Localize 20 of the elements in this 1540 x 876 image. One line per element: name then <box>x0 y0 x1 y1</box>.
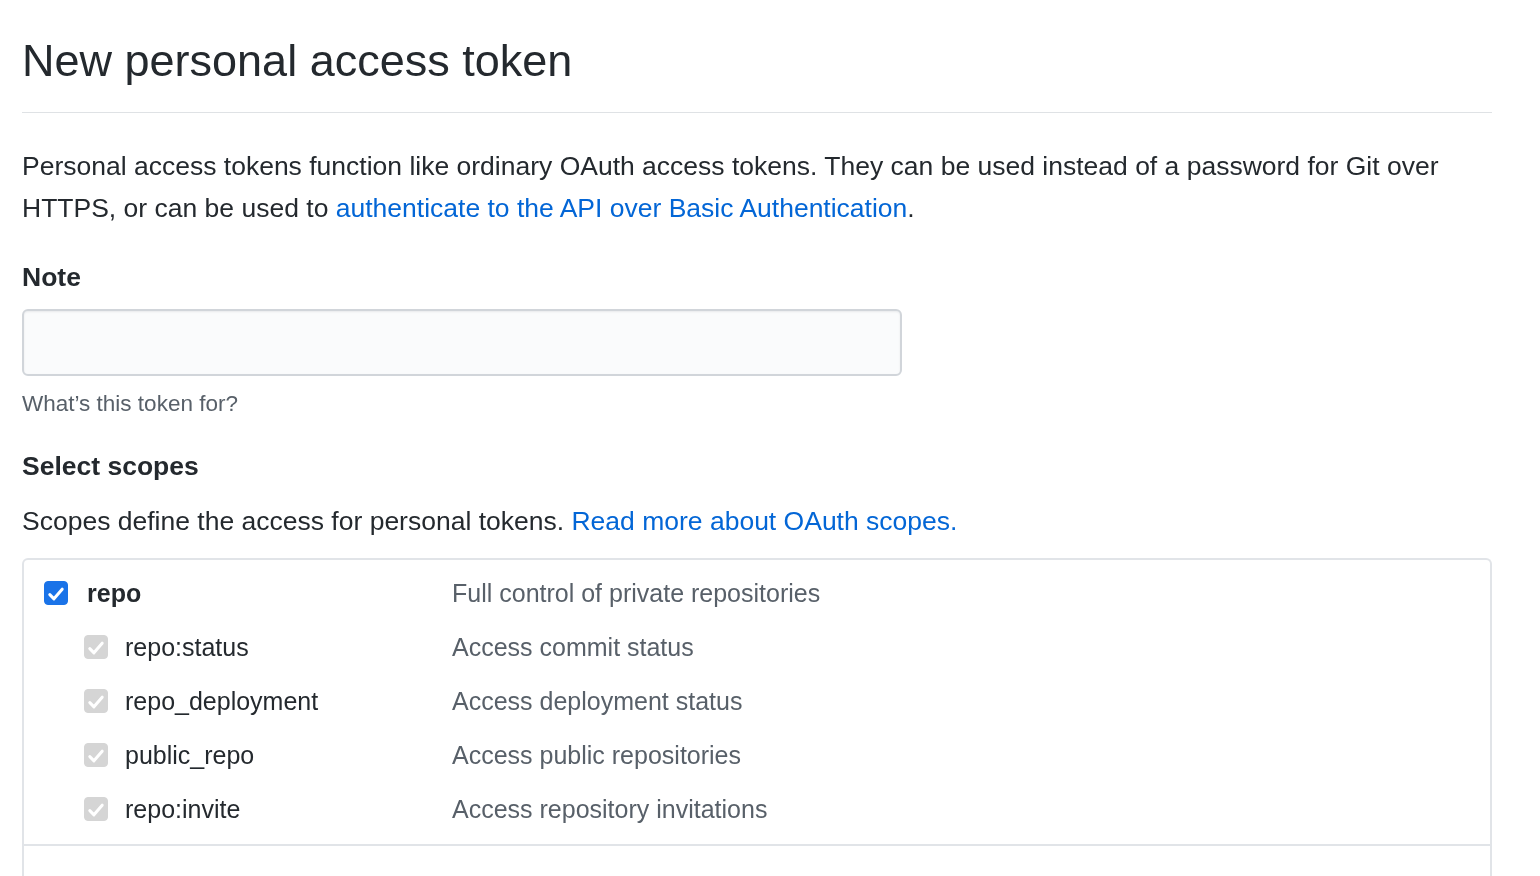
scope-name: repo:invite <box>125 794 241 824</box>
note-label: Note <box>22 261 82 294</box>
scope-description: Access commit status <box>452 632 694 662</box>
checkbox[interactable] <box>44 581 68 605</box>
scopes-heading: Select scopes <box>22 450 200 483</box>
note-input[interactable] <box>22 309 902 376</box>
scope-description: Access public repositories <box>452 740 741 770</box>
scope-name: repo_deployment <box>125 686 319 716</box>
note-hint: What’s this token for? <box>22 390 239 418</box>
scope-name: public_repo <box>125 740 255 770</box>
intro-paragraph: Personal access tokens function like ordinary OAuth access tokens. They can be used instead of a password for Git over HTTPS, or can be used to authenticate to the API over Basic Authentication. <box>22 150 1440 225</box>
scope-name: repo:status <box>125 632 249 662</box>
scopes-paragraph: Scopes define the access for personal tokens. Read more about OAuth scopes. <box>22 505 959 538</box>
api-auth-link[interactable]: authenticate to the API over Basic Authentication <box>335 193 908 223</box>
scope-description: Access repository invitations <box>452 794 768 824</box>
page-title: New personal access token <box>22 34 574 88</box>
oauth-scopes-link[interactable]: Read more about OAuth scopes. <box>571 506 958 536</box>
scope-name: repo <box>87 578 142 608</box>
scope-description: Full control of private repositories <box>452 578 821 608</box>
scope-description: Access deployment status <box>452 686 743 716</box>
